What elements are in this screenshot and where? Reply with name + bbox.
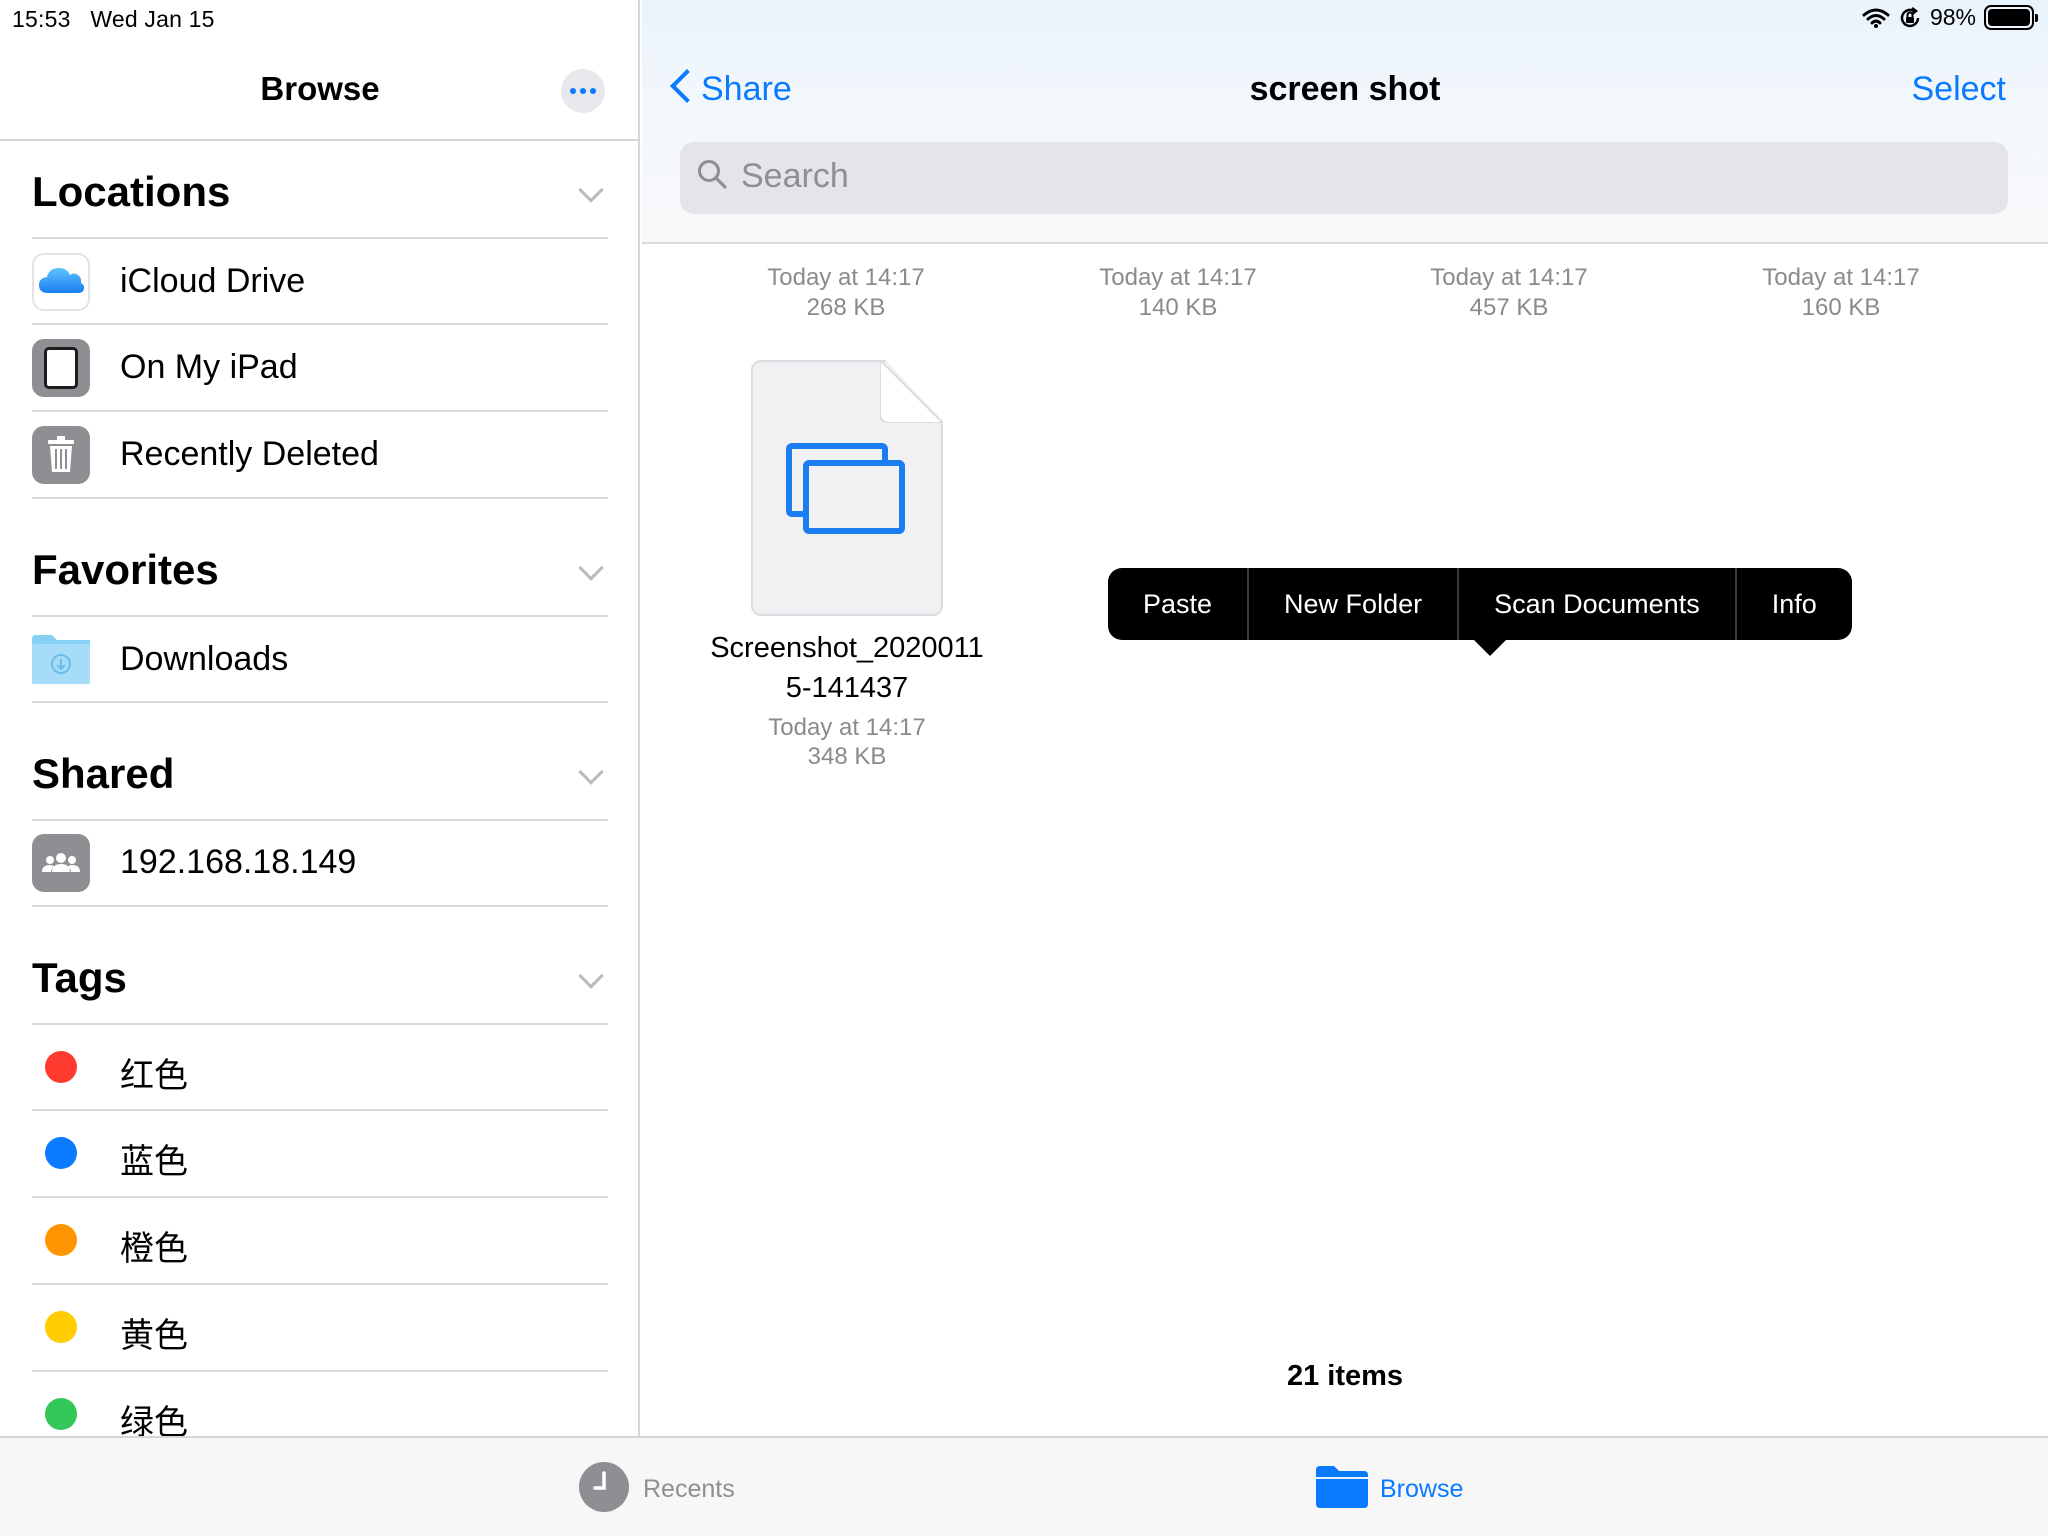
document-fold-icon: [880, 360, 943, 423]
section-title-shared[interactable]: Shared: [32, 750, 174, 798]
divider: [32, 819, 608, 821]
trash-icon: [32, 426, 90, 484]
search-icon: [698, 160, 727, 189]
tag-green-dot: [45, 1398, 77, 1430]
more-button[interactable]: [561, 69, 605, 113]
search-input[interactable]: [680, 142, 2008, 214]
tab-recents[interactable]: [579, 1462, 629, 1512]
status-icons: 98%: [1862, 4, 2038, 31]
tag-yellow-dot: [45, 1311, 77, 1343]
file-size: 348 KB: [807, 743, 887, 770]
file-name-line2[interactable]: 5-141437: [687, 668, 1007, 708]
paste-button[interactable]: Paste: [1108, 568, 1250, 640]
divider: [32, 323, 608, 325]
divider: [32, 1023, 608, 1025]
divider: [0, 139, 640, 141]
divider: [32, 701, 608, 703]
tag-blue-dot: [45, 1137, 77, 1169]
ipad-icon: [32, 339, 90, 397]
divider: [32, 905, 608, 907]
context-menu: Paste New Folder Scan Documents Info: [1108, 568, 1852, 640]
sidebar-item-tag-blue[interactable]: 蓝色: [120, 1134, 188, 1183]
select-button[interactable]: Select: [1912, 70, 2007, 109]
sidebar-title: Browse: [260, 70, 380, 107]
battery-icon: [1984, 5, 2038, 30]
orientation-lock-icon: [1900, 6, 1920, 27]
divider: [32, 1370, 608, 1372]
file-item-size: 268 KB: [806, 294, 886, 321]
screenshot-icon: [786, 443, 905, 534]
tab-recents-label[interactable]: Recents: [643, 1475, 735, 1504]
new-folder-button[interactable]: New Folder: [1249, 568, 1460, 640]
sidebar-item-icloud-drive[interactable]: iCloud Drive: [120, 262, 305, 301]
clock-icon: [579, 1462, 629, 1512]
tab-browse[interactable]: [1316, 1464, 1368, 1508]
page-title: screen shot: [1249, 70, 1441, 108]
tag-orange-dot: [45, 1224, 77, 1256]
sidebar-item-on-my-ipad[interactable]: On My iPad: [120, 348, 298, 387]
file-item-size: 140 KB: [1138, 294, 1218, 321]
ellipsis-icon: [570, 88, 576, 94]
battery-percentage: 98%: [1929, 4, 1976, 30]
downloads-folder-icon: [32, 631, 90, 689]
file-name-line1[interactable]: Screenshot_2020011: [687, 628, 1007, 668]
sidebar-item-downloads[interactable]: Downloads: [120, 640, 288, 679]
wifi-icon: [1862, 8, 1890, 28]
status-time-value: 15:53: [12, 6, 71, 32]
server-icon: [32, 834, 90, 892]
file-item-size: 160 KB: [1801, 294, 1881, 321]
sidebar-item-server[interactable]: 192.168.18.149: [120, 843, 356, 882]
section-title-locations[interactable]: Locations: [32, 168, 230, 216]
divider: [32, 1109, 608, 1111]
sidebar-item-recently-deleted[interactable]: Recently Deleted: [120, 435, 379, 474]
file-item-size: 457 KB: [1469, 294, 1549, 321]
divider: [32, 497, 608, 499]
tag-red-dot: [45, 1051, 77, 1083]
items-count: 21 items: [1286, 1360, 1404, 1392]
status-date: Wed Jan 15: [90, 6, 215, 32]
icloud-icon: [32, 253, 90, 311]
folder-icon: [1316, 1466, 1368, 1508]
context-menu-arrow: [1472, 638, 1508, 656]
divider: [32, 1283, 608, 1285]
tab-bar: [0, 1436, 2048, 1536]
divider: [32, 615, 608, 617]
info-button[interactable]: Info: [1737, 568, 1852, 640]
section-title-tags[interactable]: Tags: [32, 954, 127, 1002]
divider: [32, 1196, 608, 1198]
divider: [32, 410, 608, 412]
scan-documents-button[interactable]: Scan Documents: [1459, 568, 1737, 640]
tab-browse-label[interactable]: Browse: [1380, 1475, 1463, 1504]
sidebar-item-tag-yellow[interactable]: 黄色: [120, 1308, 188, 1357]
status-time: 15:53 Wed Jan 15: [12, 6, 215, 33]
search-placeholder: Search: [741, 157, 849, 195]
divider: [32, 237, 608, 239]
sidebar-item-tag-orange[interactable]: 橙色: [120, 1221, 188, 1270]
sidebar-item-tag-red[interactable]: 红色: [120, 1048, 188, 1097]
section-title-favorites[interactable]: Favorites: [32, 546, 219, 594]
